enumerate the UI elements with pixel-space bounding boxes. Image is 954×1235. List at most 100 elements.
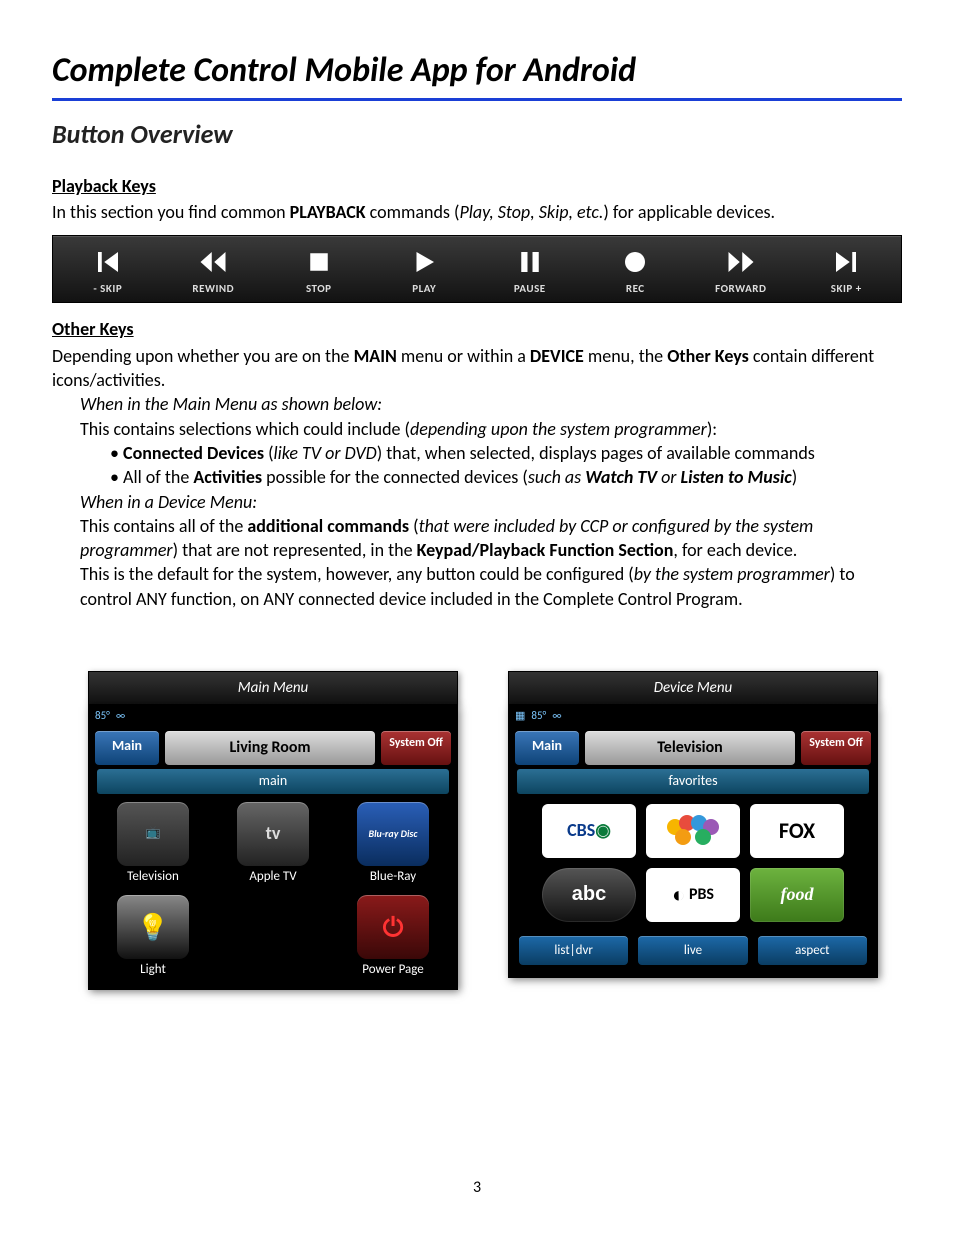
section-title: Button Overview bbox=[52, 117, 902, 152]
listdvr-button[interactable]: list|dvr bbox=[519, 936, 628, 966]
text: ) that are not represented, in the bbox=[173, 539, 417, 561]
text: Activities bbox=[193, 466, 262, 488]
system-off-button[interactable]: System Off bbox=[381, 731, 451, 765]
label: Apple TV bbox=[219, 868, 327, 886]
live-button[interactable]: live bbox=[638, 936, 747, 966]
text: menu, the bbox=[584, 345, 667, 367]
appletv-icon: tv bbox=[237, 802, 309, 866]
skip-forward-button[interactable]: SKIP + bbox=[794, 244, 900, 297]
text: ): bbox=[707, 418, 717, 440]
main-menu-screenshot: Main Menu 85°∞ Main Living Room System O… bbox=[88, 671, 458, 990]
nbc-icon bbox=[663, 813, 723, 849]
skip-back-button[interactable]: - SKIP bbox=[55, 244, 161, 297]
text: , for each device. bbox=[673, 539, 797, 561]
other-keys-heading: Other Keys bbox=[52, 317, 902, 341]
temp: 85° bbox=[531, 709, 546, 724]
record-icon bbox=[583, 244, 689, 280]
text: commands ( bbox=[366, 201, 460, 223]
pause-button[interactable]: PAUSE bbox=[477, 244, 583, 297]
tile-television[interactable]: 📺 Television bbox=[99, 802, 207, 886]
caption: Device Menu bbox=[508, 671, 878, 705]
power-icon: ⏻ bbox=[357, 895, 429, 959]
label: - SKIP bbox=[55, 282, 161, 297]
label: PBS bbox=[689, 884, 714, 906]
tile-bluray[interactable]: Blu-ray Disc Blue-Ray bbox=[339, 802, 447, 886]
text: Connected Devices bbox=[123, 442, 264, 464]
bluray-icon: Blu-ray Disc bbox=[357, 802, 429, 866]
text: Depending upon whether you are on the bbox=[52, 345, 354, 367]
playback-heading: Playback Keys bbox=[52, 174, 902, 198]
rewind-icon bbox=[161, 244, 267, 280]
label: REC bbox=[583, 282, 689, 297]
sub-label: main bbox=[97, 769, 449, 794]
label: PLAY bbox=[372, 282, 478, 297]
text: This contains all of the bbox=[80, 515, 247, 537]
channel-cbs[interactable]: CBS◉ bbox=[542, 804, 636, 858]
label: PAUSE bbox=[477, 282, 583, 297]
device-menu-p3: This is the default for the system, howe… bbox=[52, 562, 902, 611]
screenshot-row: Main Menu 85°∞ Main Living Room System O… bbox=[52, 671, 902, 990]
label: SKIP + bbox=[794, 282, 900, 297]
playback-bar: - SKIP REWIND STOP PLAY PAUSE REC FORWAR… bbox=[52, 235, 902, 304]
stop-button[interactable]: STOP bbox=[266, 244, 372, 297]
text: Other Keys bbox=[667, 345, 749, 367]
aspect-button[interactable]: aspect bbox=[758, 936, 867, 966]
stop-icon bbox=[266, 244, 372, 280]
channel-food[interactable]: food bbox=[750, 868, 844, 922]
room-label: Television bbox=[585, 731, 795, 765]
device-menu-p2: This contains all of the additional comm… bbox=[52, 514, 902, 563]
skip-back-icon bbox=[55, 244, 161, 280]
label: FORWARD bbox=[688, 282, 794, 297]
label: STOP bbox=[266, 282, 372, 297]
text: or bbox=[657, 466, 681, 488]
bullet-1: • Connected Devices (like TV or DVD) tha… bbox=[52, 441, 902, 465]
channel-abc[interactable]: abc bbox=[542, 868, 636, 922]
text: depending upon the system programmer bbox=[410, 418, 707, 440]
rewind-button[interactable]: REWIND bbox=[161, 244, 267, 297]
skip-forward-icon bbox=[794, 244, 900, 280]
text: menu or within a bbox=[397, 345, 530, 367]
text: possible for the connected devices ( bbox=[262, 466, 528, 488]
light-icon: 💡 bbox=[117, 895, 189, 959]
tv-icon: 📺 bbox=[117, 802, 189, 866]
room-label: Living Room bbox=[165, 731, 375, 765]
text: In this section you find common bbox=[52, 201, 290, 223]
label: Light bbox=[99, 961, 207, 979]
label: Power Page bbox=[339, 961, 447, 979]
label: Television bbox=[99, 868, 207, 886]
bullet-2: • All of the Activities possible for the… bbox=[52, 465, 902, 489]
text: ( bbox=[409, 515, 419, 537]
system-off-button[interactable]: System Off bbox=[801, 731, 871, 765]
text: ( bbox=[264, 442, 274, 464]
channel-pbs[interactable]: ◐ PBS bbox=[646, 868, 740, 922]
tile-appletv[interactable]: tv Apple TV bbox=[219, 802, 327, 886]
text: Watch TV bbox=[585, 466, 657, 488]
text: This is the default for the system, howe… bbox=[80, 563, 634, 585]
temp: 85° bbox=[95, 709, 110, 724]
text: This contains selections which could inc… bbox=[80, 418, 410, 440]
channel-fox[interactable]: FOX bbox=[750, 804, 844, 858]
label: CBS bbox=[567, 818, 595, 842]
device-menu-screenshot: Device Menu ▦85°∞ Main Television System… bbox=[508, 671, 878, 990]
record-button[interactable]: REC bbox=[583, 244, 689, 297]
text: by the system programmer bbox=[634, 563, 830, 585]
text: ) that, when selected, displays pages of… bbox=[377, 442, 815, 464]
play-button[interactable]: PLAY bbox=[372, 244, 478, 297]
device-menu-header: When in a Device Menu: bbox=[52, 490, 902, 514]
other-p1: Depending upon whether you are on the MA… bbox=[52, 344, 902, 393]
forward-button[interactable]: FORWARD bbox=[688, 244, 794, 297]
main-button[interactable]: Main bbox=[95, 731, 159, 765]
main-menu-header: When in the Main Menu as shown below: bbox=[52, 392, 902, 416]
status-bar: ▦85°∞ bbox=[509, 706, 877, 727]
tile-power[interactable]: ⏻ Power Page bbox=[339, 895, 447, 979]
play-icon bbox=[372, 244, 478, 280]
forward-icon bbox=[688, 244, 794, 280]
status-bar: 85°∞ bbox=[89, 706, 457, 727]
main-button[interactable]: Main bbox=[515, 731, 579, 765]
text: PLAYBACK bbox=[290, 201, 366, 223]
sub-label: favorites bbox=[517, 769, 869, 794]
channel-nbc[interactable] bbox=[646, 804, 740, 858]
playback-intro: In this section you find common PLAYBACK… bbox=[52, 200, 902, 224]
tile-light[interactable]: 💡 Light bbox=[99, 895, 207, 979]
label: Blue-Ray bbox=[339, 868, 447, 886]
